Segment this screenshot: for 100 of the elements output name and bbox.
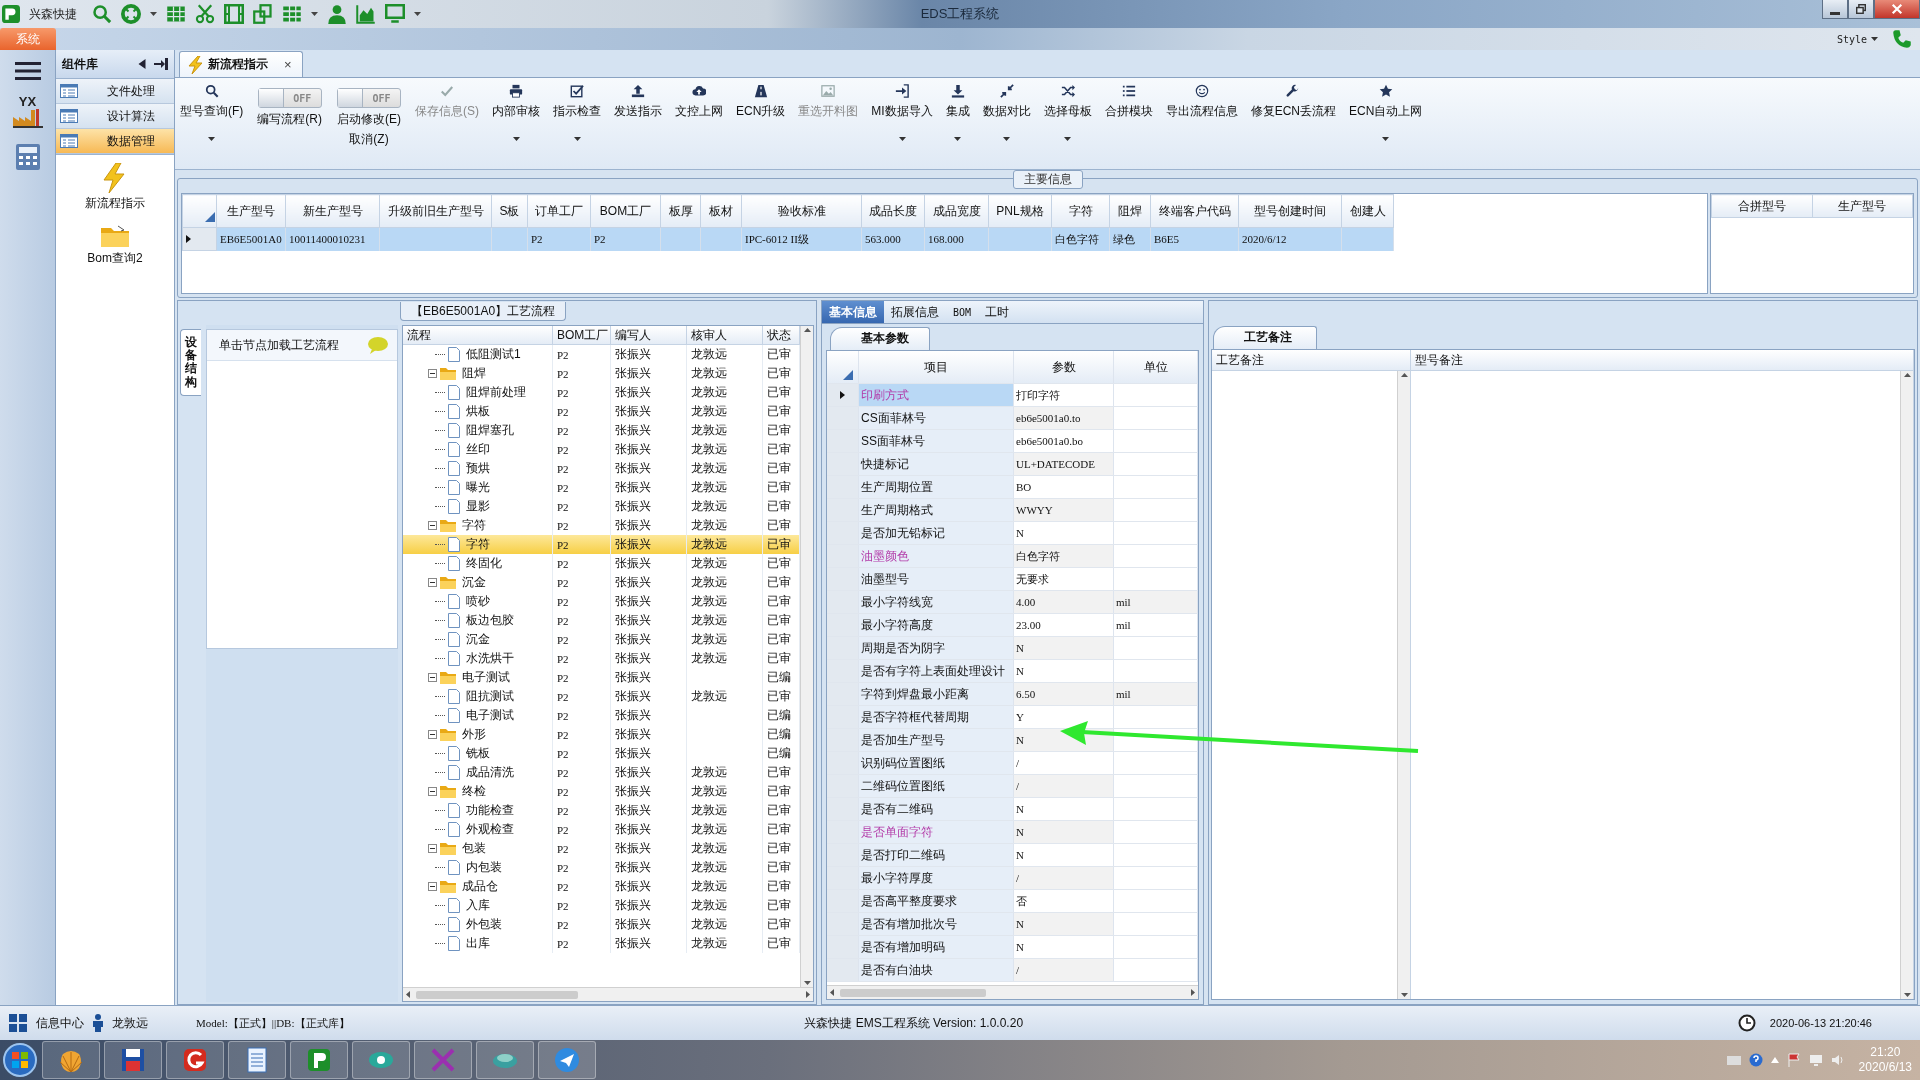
tab[interactable]: 工时 (978, 301, 1017, 323)
collapse-icon[interactable] (428, 521, 437, 530)
column-header[interactable]: PNL规格 (988, 194, 1052, 228)
tab[interactable]: 工艺备注 (1213, 326, 1317, 349)
component-item[interactable]: 设计算法 (56, 104, 174, 129)
caret-icon[interactable] (1003, 137, 1011, 141)
toolbar-button[interactable]: ECN升级 (731, 82, 791, 169)
tree-row[interactable]: 电子测试 P2 张振兴 已编 (403, 668, 800, 687)
status-text[interactable]: 信息中心 (36, 1014, 84, 1032)
grid-icon[interactable] (282, 4, 302, 24)
tree-row[interactable]: 外观检查 P2 张振兴 龙敦远 已审 (403, 820, 800, 839)
vertical-scrollbar[interactable] (800, 326, 813, 987)
column-header[interactable]: 成品宽度 (924, 194, 989, 228)
tab[interactable]: 拓展信息 (884, 301, 946, 323)
scissors-icon[interactable] (195, 4, 215, 24)
collapse-left-icon[interactable] (138, 59, 146, 69)
caret-icon[interactable] (1382, 137, 1390, 141)
tree-row[interactable]: 阻抗测试 P2 张振兴 龙敦远 已审 (403, 687, 800, 706)
tree-row[interactable]: 内包装 P2 张振兴 龙敦远 已审 (403, 858, 800, 877)
caret-icon[interactable] (311, 12, 318, 16)
tree-row[interactable]: 水洗烘干 P2 张振兴 龙敦远 已审 (403, 649, 800, 668)
column-header[interactable]: 创建人 (1341, 194, 1394, 228)
toolbar-button[interactable]: 选择母板 (1038, 82, 1097, 169)
right-arrow-icon[interactable] (1191, 989, 1195, 996)
cancel-label[interactable]: 取消(Z) (349, 131, 389, 148)
column-header[interactable]: 生产型号 (1812, 194, 1913, 218)
toolbar-button[interactable]: 修复ECN丢流程 (1245, 82, 1342, 169)
caret-icon[interactable] (512, 137, 520, 141)
up-arrow-icon[interactable] (1903, 373, 1911, 377)
tree-row[interactable]: 成品清洗 P2 张振兴 龙敦远 已审 (403, 763, 800, 782)
row-header[interactable] (827, 384, 859, 406)
maximize-button[interactable] (1848, 0, 1874, 19)
tree-row[interactable]: 烘板 P2 张振兴 龙敦远 已审 (403, 402, 800, 421)
lifebuoy-icon[interactable] (121, 4, 141, 24)
phone-icon[interactable] (1892, 29, 1912, 49)
column-header[interactable]: 成品长度 (861, 194, 925, 228)
tree-row[interactable]: 丝印 P2 张振兴 龙敦远 已审 (403, 440, 800, 459)
toggle-label[interactable]: 编写流程(R) (257, 111, 322, 128)
side-tab[interactable]: 设备结构 (180, 329, 201, 396)
column-header[interactable]: 终端客户代码 (1150, 194, 1239, 228)
tree-row[interactable]: 终固化 P2 张振兴 龙敦远 已审 (403, 554, 800, 573)
caret-icon[interactable] (150, 12, 157, 16)
tree-row[interactable]: 电子测试 P2 张振兴 已编 (403, 706, 800, 725)
start-button[interactable] (2, 1042, 38, 1078)
tree-row[interactable]: 出库 P2 张振兴 龙敦远 已审 (403, 934, 800, 953)
left-arrow-icon[interactable] (406, 991, 410, 998)
up-arrow-icon[interactable] (803, 328, 811, 332)
minimize-button[interactable] (1822, 0, 1848, 19)
close-button[interactable] (1874, 0, 1920, 19)
toolbar-button[interactable]: 数据对比 (977, 82, 1036, 169)
caret-icon[interactable] (898, 137, 906, 141)
area-chart-icon[interactable] (356, 4, 376, 24)
toolbar-button[interactable]: 集成 (940, 82, 975, 169)
tab[interactable]: 基本信息 (822, 301, 884, 323)
tree-row[interactable]: 沉金 P2 张振兴 龙敦远 已审 (403, 630, 800, 649)
style-menu[interactable]: Style (1836, 33, 1867, 45)
tree-row[interactable]: 字符 P2 张振兴 龙敦远 已审 (403, 535, 800, 554)
toggle-label[interactable]: 启动修改(E) (337, 111, 401, 128)
tree-row[interactable]: 包装 P2 张振兴 龙敦远 已审 (403, 839, 800, 858)
horizontal-scrollbar[interactable] (827, 985, 1198, 999)
vertical-scrollbar[interactable] (1900, 371, 1913, 999)
table-icon[interactable] (166, 4, 186, 24)
caret-icon[interactable] (414, 12, 421, 16)
tree-row[interactable]: 沉金 P2 张振兴 龙敦远 已审 (403, 573, 800, 592)
horizontal-scrollbar[interactable] (403, 987, 813, 1001)
column-header[interactable]: 流程 (403, 326, 553, 344)
pin-icon[interactable] (154, 58, 168, 70)
column-header[interactable]: 单位 (1114, 351, 1198, 383)
collapse-icon[interactable] (428, 673, 437, 682)
toolbar-button[interactable]: 文控上网 (670, 82, 728, 169)
shortcut-label[interactable]: Bom查询2 (87, 250, 143, 267)
toolbar-button[interactable]: 导出流程信息 (1160, 82, 1243, 169)
column-header[interactable]: 新生产型号 (285, 194, 380, 228)
column-header[interactable]: 字符 (1051, 194, 1110, 228)
column-header[interactable]: BOM工厂 (590, 194, 661, 228)
caret-icon[interactable] (1064, 137, 1072, 141)
component-item[interactable]: 数据管理 (56, 129, 174, 154)
factory-icon[interactable] (11, 108, 44, 128)
column-header[interactable]: 型号备注 (1411, 350, 1913, 371)
person-icon[interactable] (327, 4, 347, 24)
caret-icon[interactable] (208, 137, 216, 141)
collapse-icon[interactable] (428, 882, 437, 891)
column-header[interactable]: S板 (491, 194, 528, 228)
column-header[interactable]: 合拼型号 (1711, 194, 1812, 218)
tree-row[interactable]: 低阻测试1 P2 张振兴 龙敦远 已审 (403, 345, 800, 364)
tree-row[interactable]: 喷砂 P2 张振兴 龙敦远 已审 (403, 592, 800, 611)
down-arrow-icon[interactable] (803, 981, 811, 985)
down-arrow-icon[interactable] (1903, 993, 1911, 997)
tree-row[interactable]: 阻焊塞孔 P2 张振兴 龙敦远 已审 (403, 421, 800, 440)
film-icon[interactable] (224, 4, 244, 24)
toolbar-button[interactable]: 发送指示 (609, 82, 667, 169)
column-header[interactable]: 工艺备注 (1212, 350, 1410, 371)
list-window-icon[interactable] (60, 84, 78, 98)
column-header[interactable]: 订单工厂 (527, 194, 591, 228)
sub-tab[interactable]: 基本参数 (830, 327, 930, 350)
component-item[interactable]: 文件处理 (56, 79, 174, 104)
column-header[interactable]: 核审人 (687, 326, 763, 344)
toolbar-button[interactable]: 合拼模块 (1099, 82, 1158, 169)
tree-row[interactable]: 显影 P2 张振兴 龙敦远 已审 (403, 497, 800, 516)
list-window-icon[interactable] (60, 134, 78, 148)
